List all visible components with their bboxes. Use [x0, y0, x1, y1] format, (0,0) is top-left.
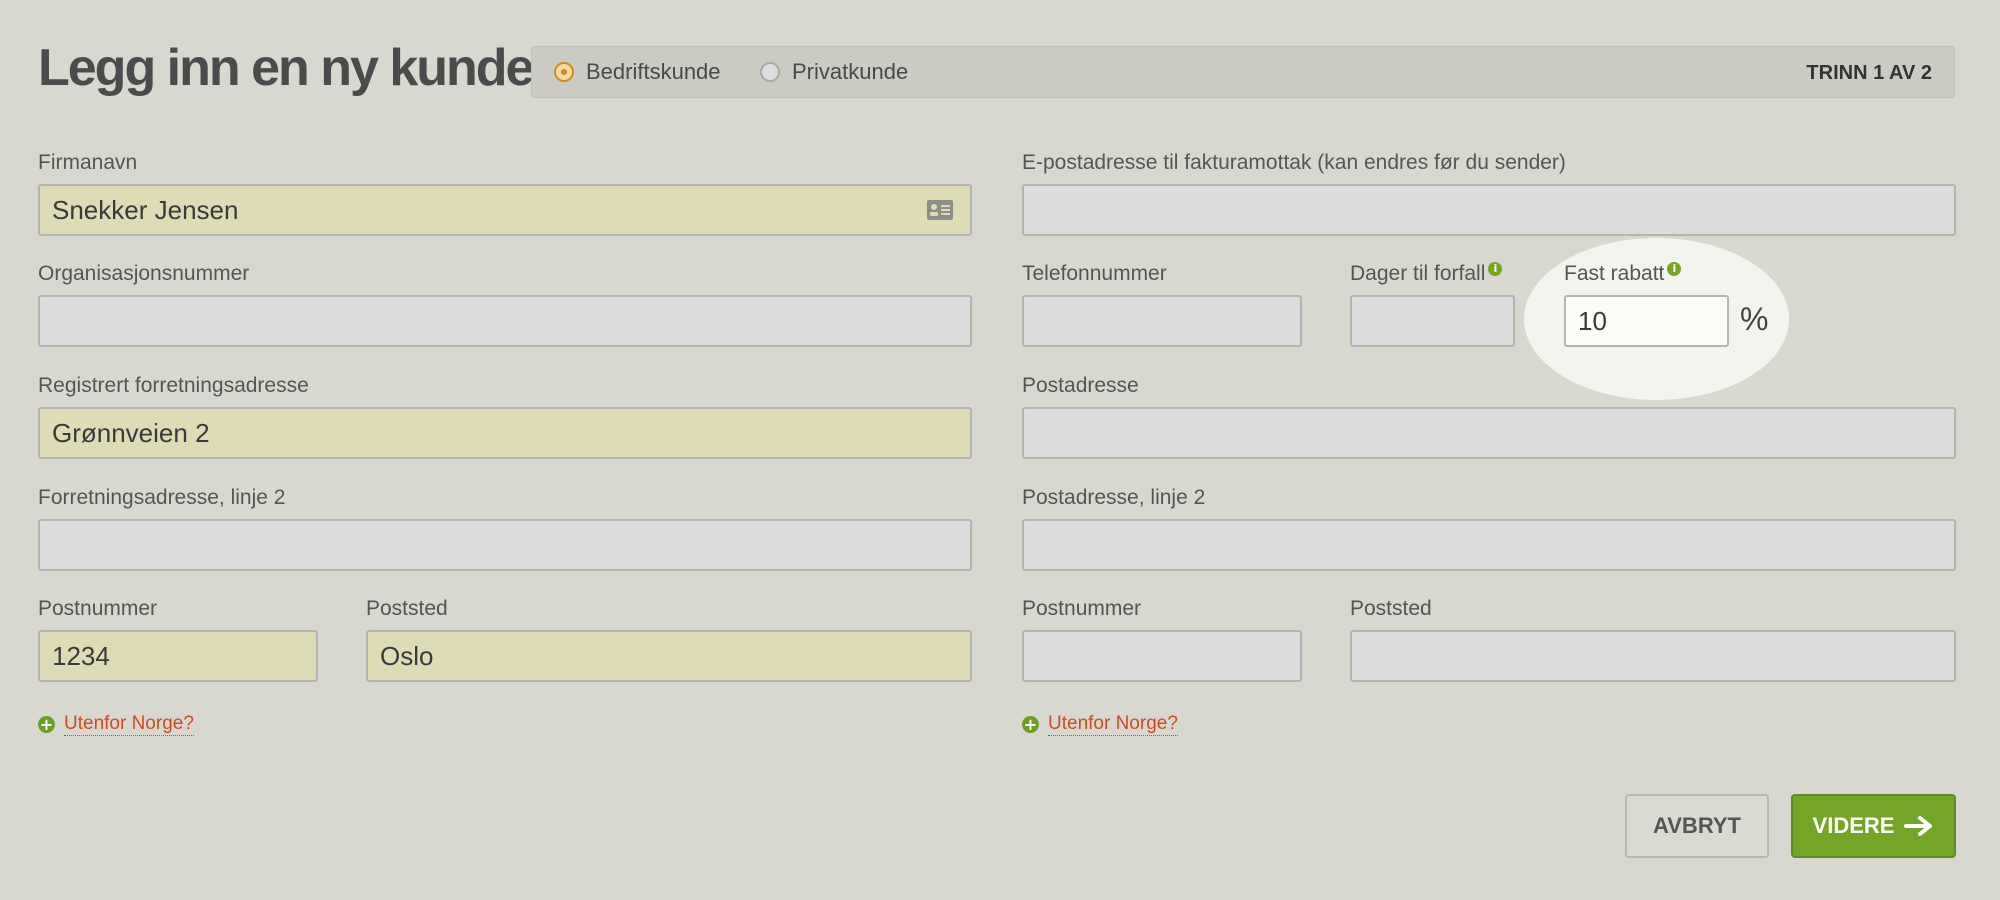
- due-days-label: Dager til forfall i: [1350, 262, 1503, 286]
- right-postal-place-input[interactable]: [1350, 630, 1956, 682]
- company-name-input[interactable]: [38, 184, 972, 236]
- phone-label: Telefonnummer: [1022, 262, 1167, 285]
- business-address-input[interactable]: [38, 407, 972, 459]
- org-number-label: Organisasjonsnummer: [38, 262, 250, 285]
- cancel-button-label: AVBRYT: [1653, 813, 1741, 838]
- info-icon[interactable]: i: [1488, 262, 1503, 276]
- postal-place-label: Poststed: [366, 597, 448, 620]
- postal-address-2-label: Postadresse, linje 2: [1022, 486, 1206, 509]
- contact-card-icon[interactable]: [926, 199, 954, 221]
- postal-address-label: Postadresse: [1022, 374, 1139, 397]
- postal-address-input[interactable]: [1022, 407, 1956, 459]
- radio-bedriftskunde-label: Bedriftskunde: [586, 59, 721, 84]
- abroad-link-left[interactable]: + Utenfor Norge?: [38, 713, 194, 736]
- due-days-label-text: Dager til forfall: [1350, 262, 1486, 285]
- phone-input[interactable]: [1022, 295, 1302, 347]
- postal-address-2-input[interactable]: [1022, 519, 1956, 571]
- fixed-discount-label: Fast rabatt i: [1564, 262, 1682, 286]
- step-indicator: TRINN 1 AV 2: [1806, 62, 1932, 84]
- right-postal-place-label: Poststed: [1350, 597, 1432, 620]
- arrow-right-icon: [1904, 816, 1933, 836]
- customer-type-bar: Bedriftskunde Privatkunde TRINN 1 AV 2: [531, 46, 1955, 98]
- postal-code-input[interactable]: [38, 630, 318, 682]
- abroad-link-right[interactable]: + Utenfor Norge?: [1022, 713, 1178, 736]
- radio-unselected-indicator[interactable]: [760, 62, 780, 82]
- plus-circle-icon: +: [38, 715, 55, 734]
- right-postal-code-input[interactable]: [1022, 630, 1302, 682]
- radio-bedriftskunde[interactable]: Bedriftskunde: [554, 59, 721, 85]
- business-address-label: Registrert forretningsadresse: [38, 374, 309, 397]
- org-number-input[interactable]: [38, 295, 972, 347]
- invoice-email-input[interactable]: [1022, 184, 1956, 236]
- postal-code-label: Postnummer: [38, 597, 158, 620]
- abroad-link-left-text[interactable]: Utenfor Norge?: [64, 713, 194, 736]
- postal-place-input[interactable]: [366, 630, 972, 682]
- fixed-discount-input[interactable]: [1564, 295, 1729, 347]
- radio-privatkunde-label: Privatkunde: [792, 59, 909, 84]
- invoice-email-label: E-postadresse til fakturamottak (kan end…: [1022, 151, 1566, 174]
- business-address-2-input[interactable]: [38, 519, 972, 571]
- next-button[interactable]: VIDERE: [1791, 794, 1956, 858]
- cancel-button[interactable]: AVBRYT: [1625, 794, 1769, 858]
- page-title: Legg inn en ny kunde: [38, 39, 534, 97]
- right-postal-code-label: Postnummer: [1022, 597, 1142, 620]
- info-icon[interactable]: i: [1667, 262, 1682, 276]
- fixed-discount-label-text: Fast rabatt: [1564, 262, 1665, 285]
- company-name-label: Firmanavn: [38, 151, 138, 174]
- due-days-input[interactable]: [1350, 295, 1515, 347]
- business-address-2-label: Forretningsadresse, linje 2: [38, 486, 286, 509]
- radio-privatkunde[interactable]: Privatkunde: [760, 59, 908, 85]
- radio-selected-indicator[interactable]: [554, 62, 574, 82]
- percent-unit: %: [1740, 301, 1769, 337]
- plus-circle-icon: +: [1022, 715, 1039, 734]
- next-button-label: VIDERE: [1812, 813, 1895, 838]
- abroad-link-right-text[interactable]: Utenfor Norge?: [1048, 713, 1178, 736]
